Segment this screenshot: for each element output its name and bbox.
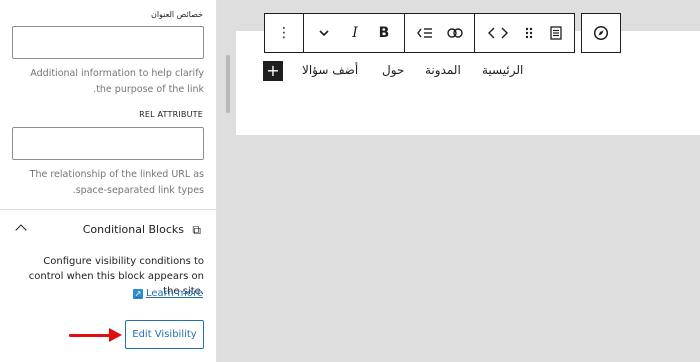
link-icon[interactable] (440, 14, 470, 52)
annotation-arrow-head (109, 328, 122, 342)
toolbar-group-code (474, 13, 575, 53)
compass-icon[interactable] (586, 14, 616, 52)
toolbar-group-format: I B (303, 13, 405, 53)
nav-item-about[interactable]: حول (382, 63, 404, 77)
title-attribute-label: خصائص العنوان (150, 10, 203, 19)
nav-item-blog[interactable]: المدونة (425, 63, 461, 77)
indent-list-icon[interactable] (410, 14, 440, 52)
section-divider (0, 209, 217, 210)
rel-attribute-help: The relationship of the linked URL as sp… (29, 169, 204, 196)
nav-item-home[interactable]: الرئيسية (482, 63, 523, 77)
title-attribute-input[interactable] (12, 26, 204, 59)
annotation-arrow (69, 334, 113, 337)
code-icon[interactable] (483, 14, 513, 52)
title-attribute-help: Additional information to help clarify t… (30, 68, 204, 95)
add-block-button[interactable]: + (263, 61, 283, 81)
settings-sidebar: خصائص العنوان Additional information to … (0, 0, 217, 362)
edit-visibility-button[interactable]: Edit Visibility (125, 320, 204, 349)
more-options-icon[interactable]: ⋮ (269, 14, 299, 52)
toolbar-group-navigator (581, 13, 621, 53)
rel-attribute-input[interactable] (12, 127, 204, 160)
toolbar-group-link (404, 13, 475, 53)
scrollbar[interactable] (226, 55, 230, 113)
nav-item-add-question[interactable]: أضف سؤالا (302, 63, 358, 77)
drag-handle-icon[interactable] (514, 14, 544, 52)
external-link-icon: ↗ (132, 288, 143, 299)
rel-attribute-label: REL ATTRIBUTE (139, 110, 203, 119)
learn-more-label[interactable]: Learn more (146, 288, 203, 299)
toolbar-group-more: ⋮ (264, 13, 304, 53)
conditional-blocks-header[interactable]: Conditional Blocks ⧉ (0, 212, 217, 248)
conditional-blocks-icon: ⧉ (192, 223, 201, 237)
chevron-down-icon[interactable] (309, 14, 339, 52)
conditional-blocks-title: Conditional Blocks (82, 223, 184, 236)
list-view-icon[interactable] (541, 14, 571, 52)
italic-icon[interactable]: I (340, 14, 370, 52)
learn-more-link[interactable]: ↗ Learn more (132, 288, 203, 299)
bold-icon[interactable]: B (369, 14, 399, 52)
chevron-up-icon[interactable] (15, 224, 27, 236)
